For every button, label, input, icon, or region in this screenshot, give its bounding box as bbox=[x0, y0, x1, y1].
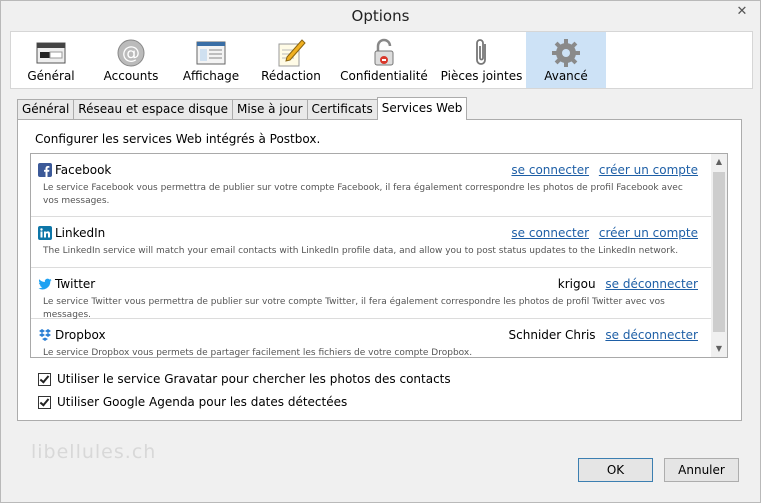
preferences-toolbar: Général @ Accounts Affichage Rédaction C… bbox=[10, 31, 753, 89]
at-sign-icon: @ bbox=[91, 37, 171, 69]
watermark-logo: libellules.ch bbox=[31, 441, 157, 463]
gear-icon bbox=[526, 37, 606, 69]
disconnect-link[interactable]: se déconnecter bbox=[605, 328, 698, 342]
dropbox-icon bbox=[39, 329, 51, 341]
cancel-button[interactable]: Annuler bbox=[664, 458, 739, 482]
toolbar-item-privacy[interactable]: Confidentialité bbox=[331, 32, 437, 88]
ok-button[interactable]: OK bbox=[578, 458, 653, 482]
scroll-down-icon[interactable]: ▼ bbox=[711, 341, 727, 357]
toolbar-item-general[interactable]: Général bbox=[11, 32, 91, 88]
service-row-dropbox: Dropbox Schnider Chris se déconnecter Le… bbox=[31, 319, 712, 358]
service-row-twitter: Twitter krigou se déconnecter Le service… bbox=[31, 268, 712, 320]
toolbar-label: Accounts bbox=[103, 69, 159, 83]
connect-link[interactable]: se connecter bbox=[511, 163, 589, 177]
scrollbar-thumb[interactable] bbox=[713, 172, 725, 332]
toolbar-item-accounts[interactable]: @ Accounts bbox=[91, 32, 171, 88]
switch-panel-icon bbox=[11, 37, 91, 69]
window-list-icon bbox=[171, 37, 251, 69]
linkedin-icon bbox=[38, 226, 52, 240]
tab-web-services[interactable]: Services Web bbox=[376, 97, 468, 120]
service-name: Dropbox bbox=[55, 328, 106, 342]
paperclip-icon bbox=[437, 37, 526, 69]
pencil-paper-icon bbox=[251, 37, 331, 69]
service-actions: se connecter créer un compte bbox=[505, 163, 698, 177]
tab-certificates[interactable]: Certificats bbox=[306, 99, 378, 119]
service-description: Le service Dropbox vous permets de parta… bbox=[43, 348, 473, 358]
toolbar-item-advanced[interactable]: Avancé bbox=[526, 32, 606, 88]
service-name: Facebook bbox=[55, 163, 112, 177]
toolbar-label: Confidentialité bbox=[340, 69, 428, 83]
facebook-icon bbox=[38, 163, 52, 177]
create-account-link[interactable]: créer un compte bbox=[599, 163, 698, 177]
toolbar-item-attachments[interactable]: Pièces jointes bbox=[437, 32, 526, 88]
checkbox-checked-icon[interactable] bbox=[38, 395, 51, 409]
service-actions: Schnider Chris se déconnecter bbox=[509, 328, 698, 342]
window-title: Options bbox=[351, 7, 410, 25]
title-bar: Options ✕ bbox=[1, 1, 760, 31]
service-actions: krigou se déconnecter bbox=[558, 277, 698, 291]
tab-strip: Général Réseau et espace disque Mise à j… bbox=[17, 97, 468, 120]
tab-general[interactable]: Général bbox=[17, 99, 75, 119]
scroll-up-icon[interactable]: ▲ bbox=[711, 154, 727, 170]
web-services-panel: Configurer les services Web intégrés à P… bbox=[17, 119, 742, 421]
tab-update[interactable]: Mise à jour bbox=[232, 99, 308, 119]
toolbar-label: Rédaction bbox=[261, 69, 321, 83]
service-description: The LinkedIn service will match your ema… bbox=[43, 246, 679, 256]
service-actions: se connecter créer un compte bbox=[505, 226, 698, 240]
service-username: krigou bbox=[557, 277, 596, 291]
services-list: Facebook se connecter créer un compte Le… bbox=[30, 153, 728, 358]
tab-network-disk[interactable]: Réseau et espace disque bbox=[73, 99, 233, 119]
gravatar-checkbox[interactable]: Utiliser le service Gravatar pour cherch… bbox=[38, 372, 451, 386]
toolbar-label: Avancé bbox=[544, 69, 588, 83]
connect-link[interactable]: se connecter bbox=[511, 226, 589, 240]
google-calendar-checkbox[interactable]: Utiliser Google Agenda pour les dates dé… bbox=[38, 395, 347, 409]
checkbox-label: Utiliser Google Agenda pour les dates dé… bbox=[57, 395, 348, 409]
service-name: Twitter bbox=[55, 277, 96, 291]
panel-intro: Configurer les services Web intégrés à P… bbox=[35, 132, 321, 146]
service-description: Le service Facebook vous permettra de pu… bbox=[43, 183, 683, 206]
disconnect-link[interactable]: se déconnecter bbox=[605, 277, 698, 291]
options-window: Options ✕ Général @ Accounts Affichage R… bbox=[0, 0, 761, 503]
checkbox-checked-icon[interactable] bbox=[38, 372, 51, 386]
toolbar-label: Général bbox=[27, 69, 75, 83]
service-username: Schnider Chris bbox=[508, 328, 596, 342]
toolbar-label: Affichage bbox=[182, 69, 240, 83]
service-row-facebook: Facebook se connecter créer un compte Le… bbox=[31, 154, 712, 217]
service-name: LinkedIn bbox=[55, 226, 106, 240]
toolbar-item-composition[interactable]: Rédaction bbox=[251, 32, 331, 88]
toolbar-label: Pièces jointes bbox=[440, 69, 523, 83]
checkbox-label: Utiliser le service Gravatar pour cherch… bbox=[57, 372, 451, 386]
twitter-icon bbox=[38, 278, 52, 290]
vertical-scrollbar[interactable]: ▲ ▼ bbox=[711, 154, 727, 357]
service-row-linkedin: LinkedIn se connecter créer un compte Th… bbox=[31, 217, 712, 268]
svg-text:@: @ bbox=[122, 43, 140, 64]
create-account-link[interactable]: créer un compte bbox=[599, 226, 698, 240]
close-icon[interactable]: ✕ bbox=[730, 3, 754, 21]
padlock-icon bbox=[331, 37, 437, 69]
toolbar-item-display[interactable]: Affichage bbox=[171, 32, 251, 88]
